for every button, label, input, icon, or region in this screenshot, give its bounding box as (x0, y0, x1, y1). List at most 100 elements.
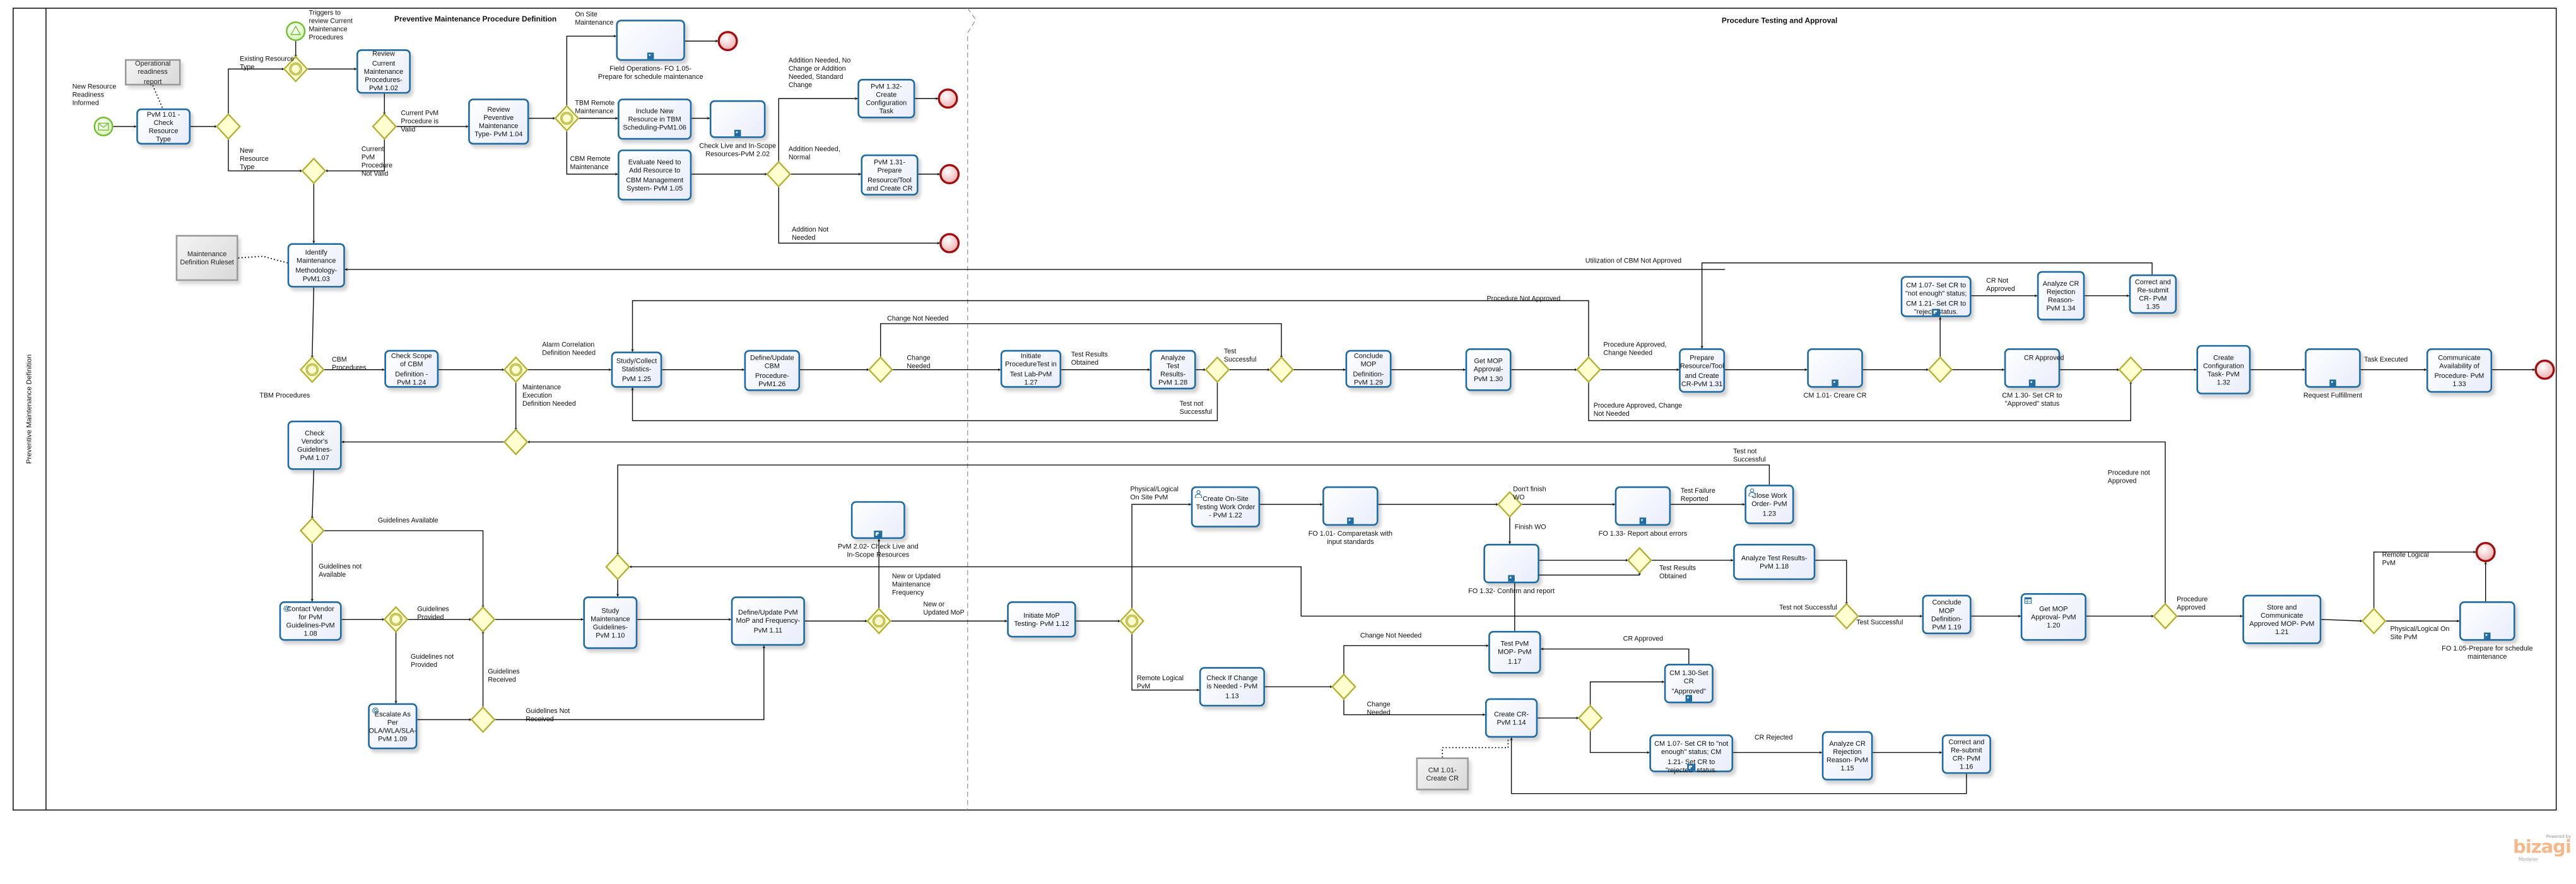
exclusive-gateway[interactable] (2118, 356, 2144, 384)
exclusive-gateway[interactable] (503, 428, 529, 456)
subprocess-fo133[interactable] (1614, 486, 1671, 526)
subprocess-cm107a[interactable]: CM 1.07- Set CR to "not enough" status; … (1900, 276, 1972, 317)
expand-plus-icon[interactable] (1685, 694, 1693, 702)
task-pvm128[interactable]: Analyze Test Results-PvM 1.28 (1150, 350, 1196, 390)
task-pvm132a[interactable]: PvM 1.32- Create Configuration Task (857, 78, 915, 119)
task-pvm131a[interactable]: PvM 1.31- Prepare Resource/Tool and Crea… (861, 154, 919, 196)
exclusive-gateway[interactable] (470, 706, 496, 733)
expand-plus-icon[interactable] (1832, 379, 1839, 387)
flow-label-guidelines-not-prov: Guidelines not Provided (410, 652, 454, 669)
task-pvm121[interactable]: Store and Communicate Approved MOP- PvM … (2242, 594, 2322, 644)
task-pvm131b[interactable]: Prepare Resource/Tool and Create CR-PvM … (1679, 348, 1726, 393)
expand-plus-icon[interactable] (2028, 379, 2036, 387)
task-pvm113[interactable]: Check If Change is Needed - PvM 1.13 (1199, 667, 1266, 707)
subprocess-reqful[interactable] (2305, 348, 2361, 388)
task-pvm117[interactable]: Test PvM MOP- PvM 1.17 (1488, 630, 1541, 674)
end-event[interactable] (2475, 541, 2496, 562)
task-pvm130[interactable]: Get MOP Approval- PvM 1.30 (1465, 348, 1512, 391)
subprocess-pvm202a[interactable] (709, 100, 766, 138)
event-based-gateway[interactable] (503, 356, 529, 384)
task-pvm120[interactable]: Get MOP Approval- PvM 1.20 (2020, 593, 2086, 641)
task-pvm106[interactable]: Include New Resource in TBM Scheduling-P… (618, 98, 692, 140)
expand-plus-icon[interactable] (1508, 574, 1515, 582)
subprocess-fo105b[interactable] (2459, 601, 2515, 641)
exclusive-gateway[interactable] (2361, 608, 2387, 635)
task-pvm115[interactable]: Analyze CR Rejection Reason- PvM 1.15 (1821, 731, 1873, 781)
task-pvm133[interactable]: Communicate Availability of Procedure- P… (2426, 348, 2493, 393)
task-pvm109[interactable]: Escalate As Per OLA/WLA/SLA- PvM 1.09 (368, 703, 418, 750)
exclusive-gateway[interactable] (1576, 356, 1601, 384)
event-based-gateway[interactable] (383, 606, 409, 633)
event-based-gateway[interactable] (1119, 608, 1144, 635)
task-label: PvM 1.32- Create Configuration Task (866, 81, 907, 115)
subprocess-cm130b[interactable]: CM 1.30-Set CR "Approved" (1664, 663, 1714, 704)
expand-plus-icon[interactable] (1346, 517, 1355, 524)
task-pvm126[interactable]: Define/Update CBM Procedure- PvM1.26 (744, 350, 801, 391)
end-event[interactable] (938, 88, 958, 109)
task-pvm122[interactable]: Create On-Site Testing Work Order - PvM … (1191, 486, 1261, 527)
exclusive-gateway[interactable] (867, 356, 893, 384)
task-pvm127[interactable]: Initiate ProcedureTest in Test Lab-PvM 1… (1000, 350, 1062, 388)
event-based-gateway[interactable] (299, 356, 325, 384)
expand-plus-icon[interactable] (2483, 632, 2491, 640)
task-pvm101[interactable]: PvM 1.01 - Check Resource Type (136, 108, 191, 145)
task-pvm114[interactable]: Create CR- PvM 1.14 (1485, 698, 1538, 738)
task-pvm107[interactable]: Check Vendor's Guidelines- PvM 1.07 (287, 420, 342, 470)
expand-plus-icon[interactable] (734, 129, 741, 137)
task-pvm124[interactable]: Check Scope of CBM Definition -PvM 1.24 (384, 350, 439, 388)
subprocess-pvm202b[interactable] (850, 501, 905, 539)
event-based-gateway[interactable] (866, 608, 891, 635)
task-pvm104[interactable]: Review Peventive Maintenance Type- PvM 1… (468, 98, 529, 145)
exclusive-gateway[interactable] (766, 160, 792, 188)
task-pvm108[interactable]: Contact Vendor for PvM Guidelines-PvM 1.… (279, 601, 342, 641)
task-pvm111[interactable]: Define/Update PvM MoP and Frequency- PvM… (731, 596, 805, 646)
task-pvm105[interactable]: Evaluate Need to Add Resource to CBM Man… (618, 149, 692, 201)
task-pvm112[interactable]: Initiate MoP Testing- PvM 1.12 (1007, 601, 1076, 638)
exclusive-gateway[interactable] (216, 113, 241, 140)
exclusive-gateway[interactable] (372, 113, 397, 140)
exclusive-gateway[interactable] (1626, 546, 1652, 574)
end-event[interactable] (2534, 359, 2555, 380)
exclusive-gateway[interactable] (470, 606, 496, 633)
exclusive-gateway[interactable] (1927, 356, 1953, 384)
expand-plus-icon[interactable] (2329, 379, 2337, 387)
exclusive-gateway[interactable] (1269, 356, 1294, 384)
exclusive-gateway[interactable] (1331, 673, 1356, 700)
task-pvm118[interactable]: Analyze Test Results-PvM 1.18 (1733, 543, 1816, 580)
task-pvm119[interactable]: Conclude MOP Definition- PvM 1.19 (1922, 594, 1972, 635)
exclusive-gateway[interactable] (2153, 603, 2178, 630)
expand-plus-icon[interactable] (1932, 309, 1940, 316)
flow-label-change-needed2: Change Needed (1367, 700, 1391, 717)
flow-label-task-exec: Task Executed (2364, 355, 2408, 363)
task-pvm129[interactable]: Conclude MOP Definition- PvM 1.29 (1345, 350, 1392, 388)
end-event[interactable] (717, 31, 738, 52)
task-pvm103[interactable]: Identify Maintenance Methodology- PvM1.0… (287, 243, 345, 288)
subprocess-fo132[interactable] (1483, 543, 1539, 584)
subprocess-label: FO 1.05-Prepare for schedule maintenance (2442, 644, 2533, 661)
task-pvm135[interactable]: Correct and Re-submit CR- PvM 1.35 (2129, 274, 2177, 314)
subprocess-fo101[interactable] (1322, 486, 1379, 526)
expand-plus-icon[interactable] (1688, 763, 1695, 771)
task-pvm125[interactable]: Study/Collect Statistics-PvM 1.25 (611, 351, 662, 388)
signal-start-event[interactable] (286, 21, 306, 41)
task-pvm132b[interactable]: Create Configuration Task- PvM 1.32 (2196, 345, 2251, 394)
exclusive-gateway[interactable] (605, 553, 630, 580)
task-pvm116[interactable]: Correct and Re-submit CR- PvM 1.16 (1941, 734, 1991, 774)
subprocess-fo105a[interactable] (616, 20, 685, 61)
end-event[interactable] (939, 163, 960, 185)
expand-plus-icon[interactable] (874, 530, 882, 538)
expand-plus-icon[interactable] (647, 52, 654, 59)
task-pvm102[interactable]: Review Current Maintenance Procedures-Pv… (356, 49, 411, 94)
message-start-event[interactable] (93, 117, 114, 136)
task-pvm123[interactable]: Close Work Order- PvM 1.23 (1744, 485, 1794, 524)
expand-plus-icon[interactable] (1639, 517, 1647, 524)
subprocess-cm107b[interactable]: CM 1.07- Set CR to "not enough" status; … (1649, 734, 1734, 774)
exclusive-gateway[interactable] (299, 517, 325, 545)
end-event[interactable] (939, 233, 960, 254)
sequence-flow (1343, 698, 1486, 716)
exclusive-gateway[interactable] (1577, 704, 1603, 732)
task-pvm134[interactable]: Analyze CR Rejection Reason- PvM 1.34 (2037, 271, 2085, 321)
exclusive-gateway[interactable] (301, 157, 327, 185)
task-pvm110[interactable]: Study Maintenance Guidelines- PvM 1.10 (583, 596, 638, 649)
subprocess-cm101a[interactable] (1807, 348, 1863, 388)
